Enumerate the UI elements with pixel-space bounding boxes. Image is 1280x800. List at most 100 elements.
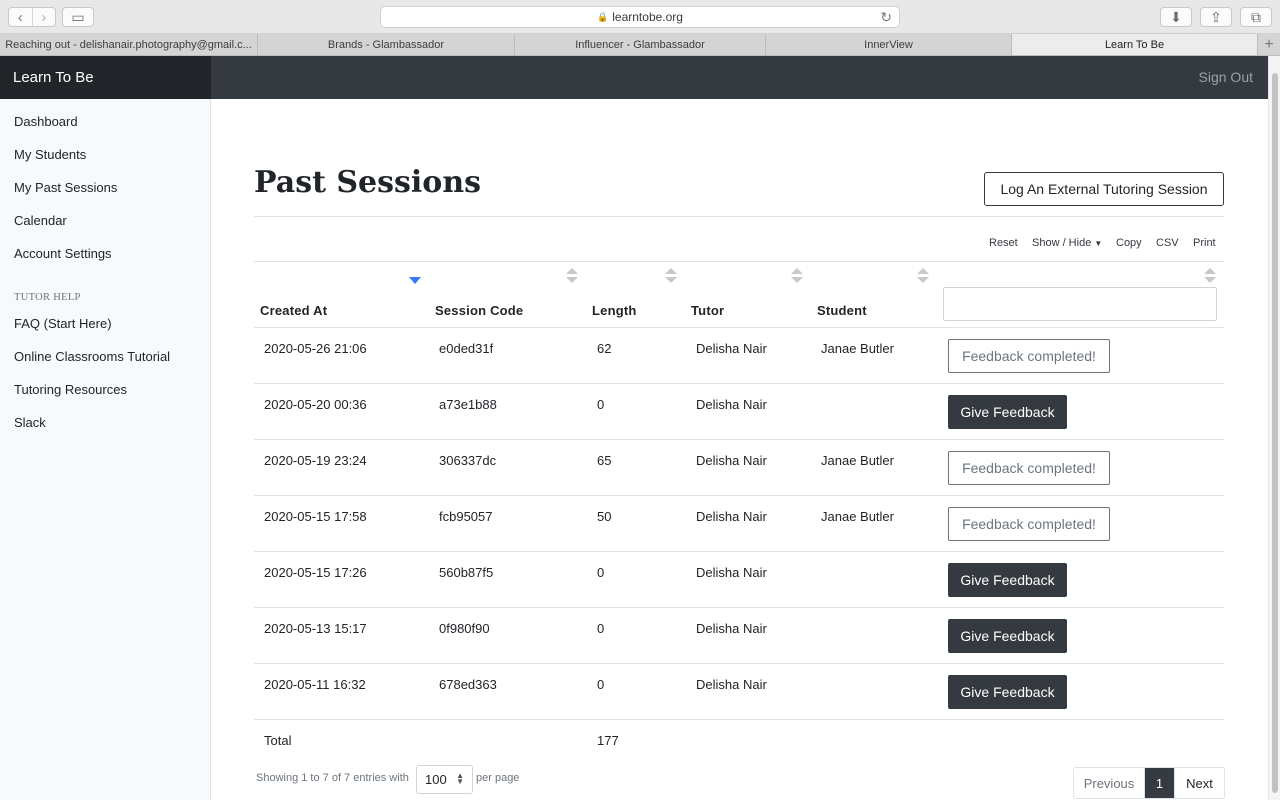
cell-tutor: Delisha Nair [696,509,767,524]
column-header-length[interactable]: Length [592,303,637,318]
browser-tab[interactable]: Reaching out - delishanair.photography@g… [0,34,258,55]
main-content: Past Sessions Log An External Tutoring S… [211,99,1268,800]
pagination: Previous 1 Next [1073,767,1225,799]
sort-icon[interactable] [791,268,803,286]
give-feedback-button[interactable]: Give Feedback [948,563,1067,597]
cell-student: Janae Butler [821,453,894,468]
cell-length: 0 [597,565,605,580]
divider [254,495,1224,496]
divider [254,607,1224,608]
sidebar-item-dashboard[interactable]: Dashboard [14,114,78,129]
share-icon[interactable]: ⇪ [1200,7,1232,27]
history-nav: ‹ › [8,7,56,27]
show-hide-button[interactable]: Show / Hide ▼ [1032,237,1102,249]
feedback-completed-button[interactable]: Feedback completed! [948,507,1110,541]
reload-icon[interactable]: ↻ [880,9,892,26]
sort-icon[interactable] [917,268,929,286]
top-navbar: Sign Out [211,56,1268,99]
tutor-help-heading: TUTOR HELP [14,292,81,303]
show-hide-label: Show / Hide [1032,237,1092,249]
page-scrollbar[interactable] [1268,56,1280,800]
divider [254,439,1224,440]
brand-logo[interactable]: Learn To Be [0,56,211,99]
sign-out-link[interactable]: Sign Out [1199,69,1253,85]
cell-session-code: 678ed363 [439,677,497,692]
sidebar-item-online-classrooms-tutorial[interactable]: Online Classrooms Tutorial [14,349,170,364]
column-header-session-code[interactable]: Session Code [435,303,523,318]
cell-length: 0 [597,677,605,692]
cell-length: 50 [597,509,612,524]
browser-tab[interactable]: InnerView [766,34,1012,55]
next-page-button[interactable]: Next [1174,768,1224,798]
cell-tutor: Delisha Nair [696,565,767,580]
cell-created-at: 2020-05-15 17:58 [264,509,367,524]
back-icon[interactable]: ‹ [9,8,32,26]
cell-created-at: 2020-05-26 21:06 [264,341,367,356]
feedback-completed-button[interactable]: Feedback completed! [948,339,1110,373]
reset-button[interactable]: Reset [989,237,1018,249]
page-1-button[interactable]: 1 [1145,768,1174,798]
previous-page-button[interactable]: Previous [1074,768,1145,798]
divider [254,216,1224,217]
cell-length: 65 [597,453,612,468]
cell-created-at: 2020-05-11 16:32 [264,677,366,692]
feedback-completed-button[interactable]: Feedback completed! [948,451,1110,485]
log-external-session-button[interactable]: Log An External Tutoring Session [984,172,1224,206]
give-feedback-button[interactable]: Give Feedback [948,619,1067,653]
table-search-input[interactable] [943,287,1217,321]
sidebar-item-tutoring-resources[interactable]: Tutoring Resources [14,382,127,397]
sort-icon[interactable] [1204,268,1216,286]
sidebar-item-calendar[interactable]: Calendar [14,213,67,228]
divider [254,719,1224,720]
sidebar-item-my-students[interactable]: My Students [14,147,86,162]
sort-desc-active-icon[interactable] [409,277,421,284]
sidebar-item-slack[interactable]: Slack [14,415,46,430]
page-title: Past Sessions [254,165,482,200]
divider [254,551,1224,552]
scrollbar-thumb[interactable] [1272,73,1278,793]
copy-button[interactable]: Copy [1116,237,1142,249]
lock-icon: 🔒 [597,11,609,22]
new-tab-icon[interactable]: + [1258,34,1280,55]
csv-button[interactable]: CSV [1156,237,1179,249]
cell-session-code: e0ded31f [439,341,494,356]
entries-info: Showing 1 to 7 of 7 entries with [256,772,409,784]
total-label: Total [264,733,292,748]
column-header-student[interactable]: Student [817,303,867,318]
sort-icon[interactable] [665,268,677,286]
column-header-created-at[interactable]: Created At [260,303,327,318]
browser-tab-active[interactable]: Learn To Be [1012,34,1258,55]
sort-icon[interactable] [566,268,578,286]
sidebar-item-faq[interactable]: FAQ (Start Here) [14,316,112,331]
divider [254,261,1224,262]
give-feedback-button[interactable]: Give Feedback [948,675,1067,709]
cell-session-code: a73e1b88 [439,397,497,412]
divider [254,663,1224,664]
browser-tab[interactable]: Influencer - Glambassador [515,34,766,55]
cell-session-code: 560b87f5 [439,565,494,580]
sidebar-item-my-past-sessions[interactable]: My Past Sessions [14,180,117,195]
cell-tutor: Delisha Nair [696,397,767,412]
print-button[interactable]: Print [1193,237,1216,249]
tab-overview-icon[interactable]: ⧉ [1240,7,1272,27]
browser-toolbar: ‹ › ▭ 🔒 learntobe.org ↻ ⬇ ⇪ ⧉ [0,0,1280,34]
cell-tutor: Delisha Nair [696,341,767,356]
browser-tab[interactable]: Brands - Glambassador [258,34,515,55]
cell-session-code: fcb95057 [439,509,493,524]
per-page-select[interactable]: 100 ▲ ▼ [416,765,473,794]
sidebar: Dashboard My Students My Past Sessions C… [0,99,211,800]
column-header-tutor[interactable]: Tutor [691,303,724,318]
sidebar-item-account-settings[interactable]: Account Settings [14,246,112,261]
address-bar[interactable]: 🔒 learntobe.org ↻ [380,6,900,28]
sidebar-toggle-icon[interactable]: ▭ [62,7,94,27]
forward-icon[interactable]: › [31,8,56,26]
cell-length: 0 [597,397,605,412]
browser-tabs: Reaching out - delishanair.photography@g… [0,34,1280,56]
per-page-value: 100 [425,772,447,787]
divider [254,383,1224,384]
give-feedback-button[interactable]: Give Feedback [948,395,1067,429]
caret-down-icon: ▼ [1094,239,1103,248]
cell-student: Janae Butler [821,341,894,356]
cell-length: 62 [597,341,612,356]
downloads-icon[interactable]: ⬇ [1160,7,1192,27]
